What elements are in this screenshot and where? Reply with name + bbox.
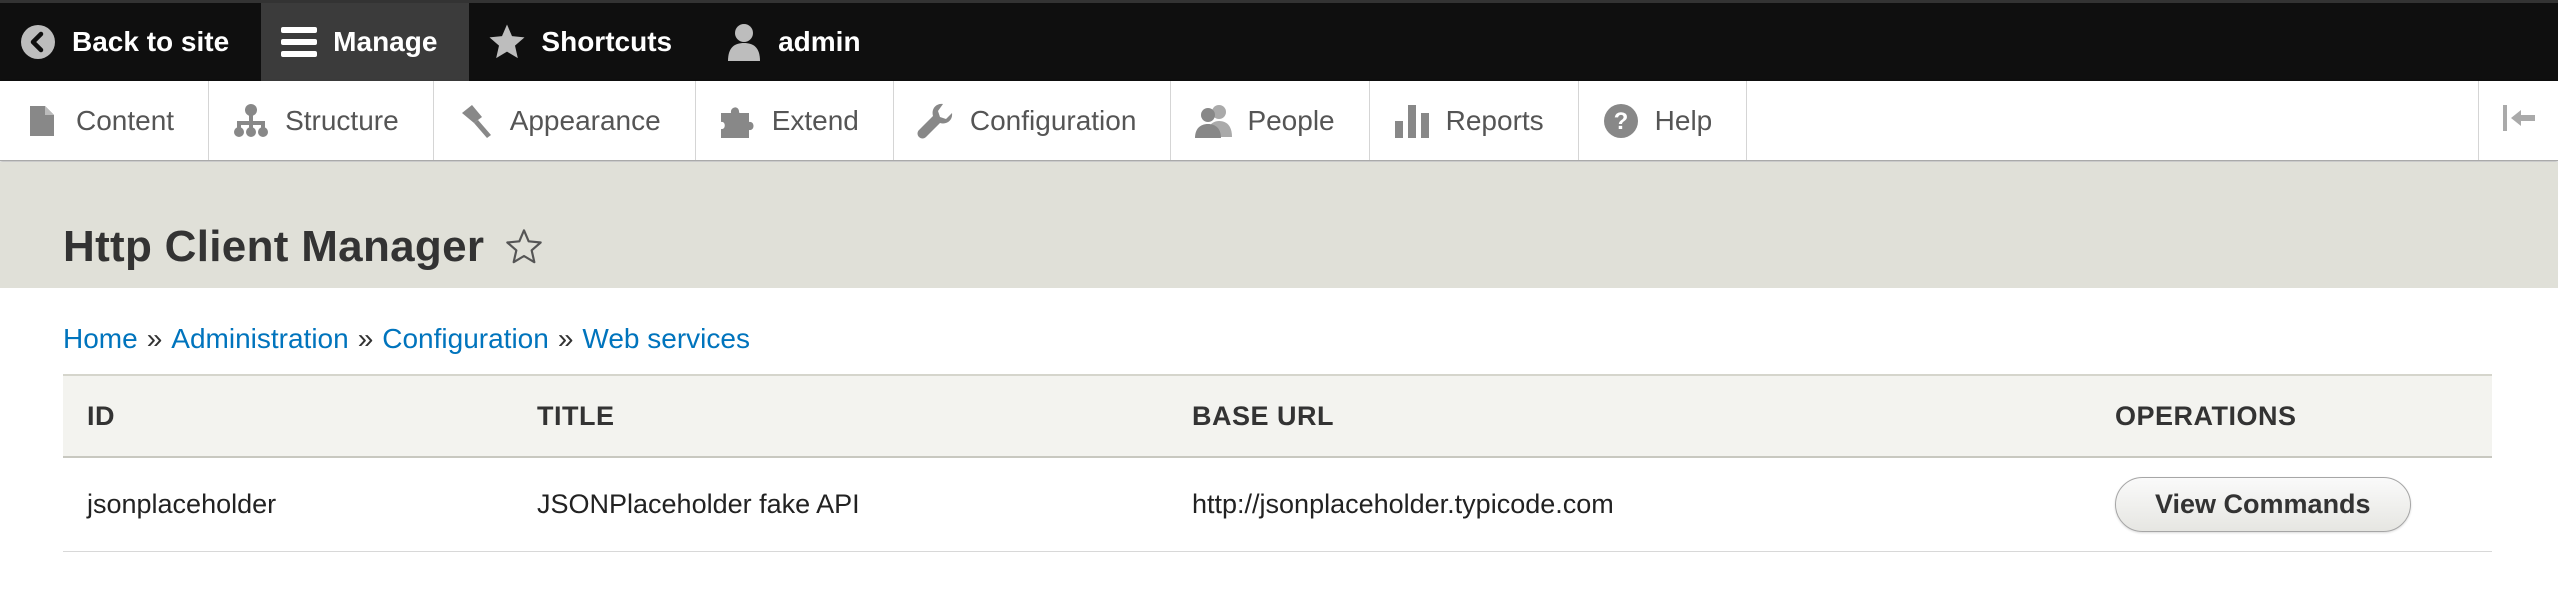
cell-id: jsonplaceholder: [63, 457, 513, 552]
column-header-base-url: BASE URL: [1192, 400, 1335, 431]
breadcrumb-administration-link[interactable]: Administration: [171, 323, 348, 354]
tray-item-label: Appearance: [509, 104, 661, 136]
user-tab[interactable]: admin: [704, 3, 892, 81]
view-commands-button[interactable]: View Commands: [2115, 476, 2411, 532]
tray-item-content[interactable]: Content: [0, 81, 210, 160]
wrench-icon: [916, 101, 956, 141]
breadcrumb-configuration-link[interactable]: Configuration: [382, 323, 549, 354]
admin-toolbar: Back to site Manage Shortcuts admin: [0, 0, 2558, 81]
tray-item-people[interactable]: People: [1171, 81, 1370, 160]
breadcrumb-home-link[interactable]: Home: [63, 323, 138, 354]
breadcrumb-separator: »: [357, 323, 374, 354]
tray-item-appearance[interactable]: Appearance: [434, 81, 696, 160]
puzzle-icon: [718, 101, 758, 141]
user-label: admin: [778, 26, 861, 57]
tray-item-label: People: [1247, 104, 1335, 136]
column-header-id: ID: [87, 400, 115, 431]
breadcrumb-separator: »: [146, 323, 163, 354]
breadcrumb-web-services-link[interactable]: Web services: [582, 323, 750, 354]
tray-item-configuration[interactable]: Configuration: [894, 81, 1172, 160]
column-header-title: TITLE: [537, 400, 615, 431]
table-row: jsonplaceholder JSONPlaceholder fake API…: [63, 457, 2492, 552]
user-icon: [724, 22, 764, 62]
chevron-left-circle-icon: [18, 22, 58, 62]
http-clients-table: ID TITLE BASE URL OPERATIONS jsonplaceho…: [63, 374, 2492, 552]
sitemap-icon: [231, 101, 271, 141]
cell-title: JSONPlaceholder fake API: [513, 457, 1168, 552]
tray-item-extend[interactable]: Extend: [696, 81, 894, 160]
tray-item-label: Reports: [1445, 104, 1544, 136]
collapse-left-icon: [2501, 103, 2537, 138]
tray-item-label: Extend: [771, 104, 859, 136]
page-header: Http Client Manager: [0, 162, 2558, 288]
tray-item-label: Content: [76, 104, 175, 136]
star-icon: [487, 22, 527, 62]
admin-tray: Content Structure Appearance Extend Conf…: [0, 81, 2558, 161]
hamburger-icon: [279, 22, 319, 62]
help-icon: ?: [1601, 101, 1641, 141]
column-header-operations: OPERATIONS: [2115, 400, 2297, 431]
table-header-row: ID TITLE BASE URL OPERATIONS: [63, 375, 2492, 457]
tray-item-help[interactable]: ? Help: [1579, 81, 1748, 160]
cell-operations: View Commands: [2091, 457, 2492, 552]
manage-tab[interactable]: Manage: [261, 3, 470, 81]
breadcrumb-separator: »: [557, 323, 574, 354]
cell-base-url: http://jsonplaceholder.typicode.com: [1168, 457, 2091, 552]
manage-label: Manage: [333, 26, 438, 57]
paintbrush-icon: [456, 101, 496, 141]
add-shortcut-star-icon[interactable]: [504, 227, 544, 267]
tray-orientation-toggle[interactable]: [2478, 81, 2558, 160]
shortcuts-label: Shortcuts: [541, 26, 673, 57]
back-to-site-link[interactable]: Back to site: [0, 3, 261, 81]
tray-item-structure[interactable]: Structure: [209, 81, 434, 160]
tray-item-label: Help: [1654, 104, 1713, 136]
document-icon: [22, 101, 62, 141]
bar-chart-icon: [1392, 101, 1432, 141]
tray-spacer: [1747, 81, 2478, 160]
tray-item-reports[interactable]: Reports: [1370, 81, 1579, 160]
back-to-site-label: Back to site: [72, 26, 230, 57]
people-icon: [1193, 101, 1233, 141]
shortcuts-tab[interactable]: Shortcuts: [469, 3, 704, 81]
tray-item-label: Configuration: [969, 104, 1137, 136]
page-title: Http Client Manager: [63, 222, 544, 272]
svg-text:?: ?: [1613, 108, 1628, 135]
breadcrumb: Home » Administration » Configuration » Web se…: [63, 323, 750, 355]
page-title-text: Http Client Manager: [63, 222, 485, 271]
tray-item-label: Structure: [285, 104, 399, 136]
